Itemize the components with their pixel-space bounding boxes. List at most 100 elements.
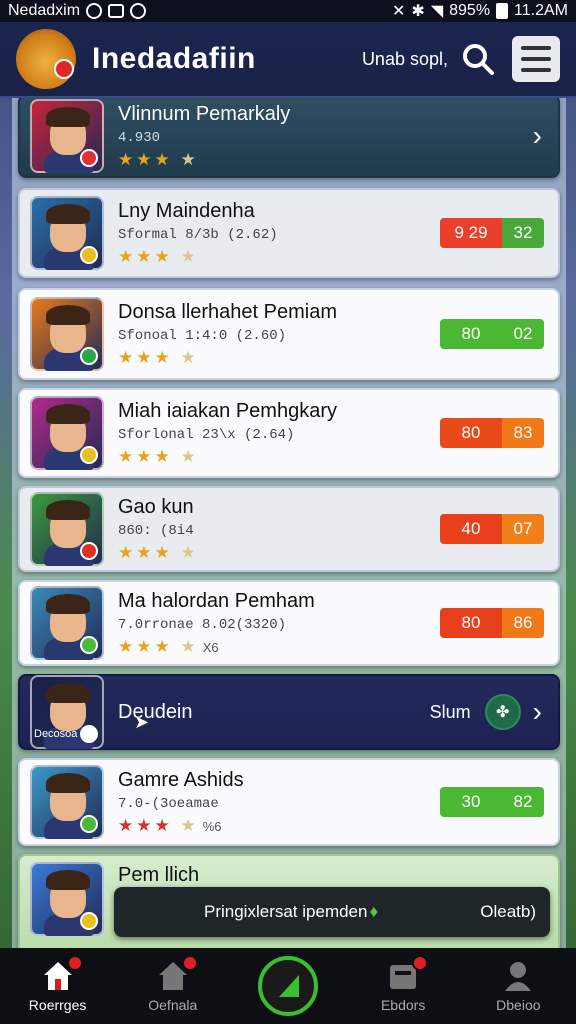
list-item[interactable]: Lny Maindenha Sformal 8/3b (2.62) ★★★ ★ 9 2… [18,188,560,278]
game-avatar-icon[interactable] [30,492,104,566]
battery-icon [496,3,509,19]
score-badge[interactable]: 9 29 32 [440,218,544,248]
sync-icon [86,3,103,19]
play-icon[interactable] [257,956,318,1016]
avatar-badge-icon [80,636,98,654]
app-title: Inedadafiin [92,42,256,75]
score-right: 83 [502,418,544,448]
slum-label[interactable]: Slum [430,702,471,723]
nav-item-store[interactable]: Oefnala [123,955,223,1013]
game-list[interactable]: Vlinnum Pemarkaly 4.930 ★★★ ★ › Lny Maindenh… [12,98,566,948]
game-avatar-icon[interactable] [30,862,104,936]
list-item[interactable]: Decosoa ➤ Deudein Slum ✤ › [18,674,560,750]
mute-icon: ✕ [392,3,406,20]
nav-item-home[interactable]: Roerrges [8,955,108,1013]
score-right: 07 [502,514,544,544]
toast-message: Pringixlersat ipemden ♦ [204,902,379,921]
nav-item-inbox[interactable]: Ebdors [353,955,453,1013]
item-subtitle: Sformal 8/3b (2.62) [118,226,278,243]
cursor-icon: ➤ [134,712,150,732]
score-badge[interactable]: 30 82 [440,787,544,817]
hamburger-menu-button[interactable] [512,36,560,82]
score-right: 02 [502,319,544,349]
item-subtitle: Decosoa [34,728,78,740]
list-item[interactable]: Gao kun 860: (8i4 ★★★ ★ 40 07 [18,486,560,572]
score-left: 9 29 [440,218,502,248]
item-title: Vlinnum Pemarkaly [118,102,291,125]
avatar-badge-icon [80,149,98,167]
battery-percent: 895% [449,2,491,19]
avatar-badge-icon [80,542,98,560]
game-avatar-icon[interactable] [30,297,104,371]
status-time: 11.2AM [514,2,568,19]
item-subtitle: 7.0-(3oeamae [118,795,219,812]
notification-badge [181,955,198,971]
game-avatar-icon[interactable] [30,765,104,839]
score-right: 86 [502,608,544,638]
profile-icon [501,959,535,993]
score-badge[interactable]: 80 83 [440,418,544,448]
item-subtitle: 4.930 [118,129,161,146]
nav-item-profile[interactable]: Dbeioo [468,959,568,1013]
item-title: Gao kun [118,495,194,518]
inbox-icon [386,955,429,993]
nav-label: Roerrges [28,997,87,1013]
settings-status-icon [130,3,147,19]
status-carrier-text: Nedadxim [8,2,81,19]
nav-label: Dbeioo [496,997,541,1013]
avatar-badge-icon [80,815,98,833]
app-header: Inedadafiin Unab sopl, [0,22,576,98]
signal-icon: ✱ [411,3,425,20]
game-avatar-icon[interactable] [30,396,104,470]
item-subtitle: Sfonoal 1:4:0 (2.60) [118,327,287,344]
toast-action-button[interactable]: Oleatb) [480,902,536,922]
list-item[interactable]: Donsa llerhahet Pemiam Sfonoal 1:4:0 (2.6… [18,288,560,380]
rating-stars: ★★★ ★ [118,246,199,266]
app-logo-icon[interactable] [16,29,76,89]
list-item[interactable]: Ma halordan Pemham 7.0rronae 8.02(3320) ★★… [18,580,560,666]
game-avatar-icon[interactable] [30,196,104,270]
rating-stars: ★★★ ★ %6 [118,815,222,835]
score-right: 32 [502,218,544,248]
avatar-badge-icon [80,912,98,930]
rating-extra: X6 [202,639,219,655]
search-button[interactable] [458,39,498,79]
chevron-right-icon[interactable]: › [533,696,542,728]
score-left: 80 [440,319,502,349]
item-subtitle: 7.0rronae 8.02(3320) [118,616,287,633]
item-title: Deudein [118,700,193,723]
score-badge[interactable]: 80 86 [440,608,544,638]
chevron-right-icon[interactable]: › [533,120,542,152]
search-label[interactable]: Unab sopl, [362,49,448,70]
bottom-navigation: Roerrges Oefnala Ebdors Dbeioo [0,948,576,1024]
score-left: 40 [440,514,502,544]
item-subtitle: Sforlonal 23\x (2.64) [118,426,295,443]
rating-stars: ★★★ ★ X6 [118,636,219,656]
item-title: Donsa llerhahet Pemiam [118,300,337,323]
item-subtitle: 860: (8i4 [118,522,194,539]
clover-icon[interactable]: ✤ [484,694,521,730]
item-title: Pem llich [118,864,200,886]
notification-icon [108,4,125,18]
avatar-badge-icon [80,725,98,743]
item-title: Gamre Ashids [118,768,244,791]
rating-extra: %6 [202,818,222,834]
notification-badge [412,955,429,971]
rating-stars: ★★★ ★ [118,446,199,466]
score-left: 80 [440,418,502,448]
snackbar-toast: Pringixlersat ipemden ♦ Oleatb) [114,887,550,937]
game-avatar-icon[interactable] [30,99,104,173]
nav-label: Ebdors [380,997,426,1013]
nav-item-play[interactable] [238,956,338,1016]
game-avatar-icon[interactable] [30,586,104,660]
list-item[interactable]: Vlinnum Pemarkaly 4.930 ★★★ ★ › [18,98,560,178]
avatar-badge-icon [80,347,98,365]
list-item[interactable]: Miah iaiakan Pemhgkary Sforlonal 23\x (2.… [18,388,560,478]
item-title: Miah iaiakan Pemhgkary [118,399,337,422]
score-badge[interactable]: 40 07 [440,514,544,544]
item-title: Ma halordan Pemham [118,589,315,612]
list-item[interactable]: Gamre Ashids 7.0-(3oeamae ★★★ ★ %6 30 82 [18,758,560,846]
store-icon [156,955,198,993]
score-badge[interactable]: 80 02 [440,319,544,349]
rating-stars: ★★★ ★ [118,542,199,562]
